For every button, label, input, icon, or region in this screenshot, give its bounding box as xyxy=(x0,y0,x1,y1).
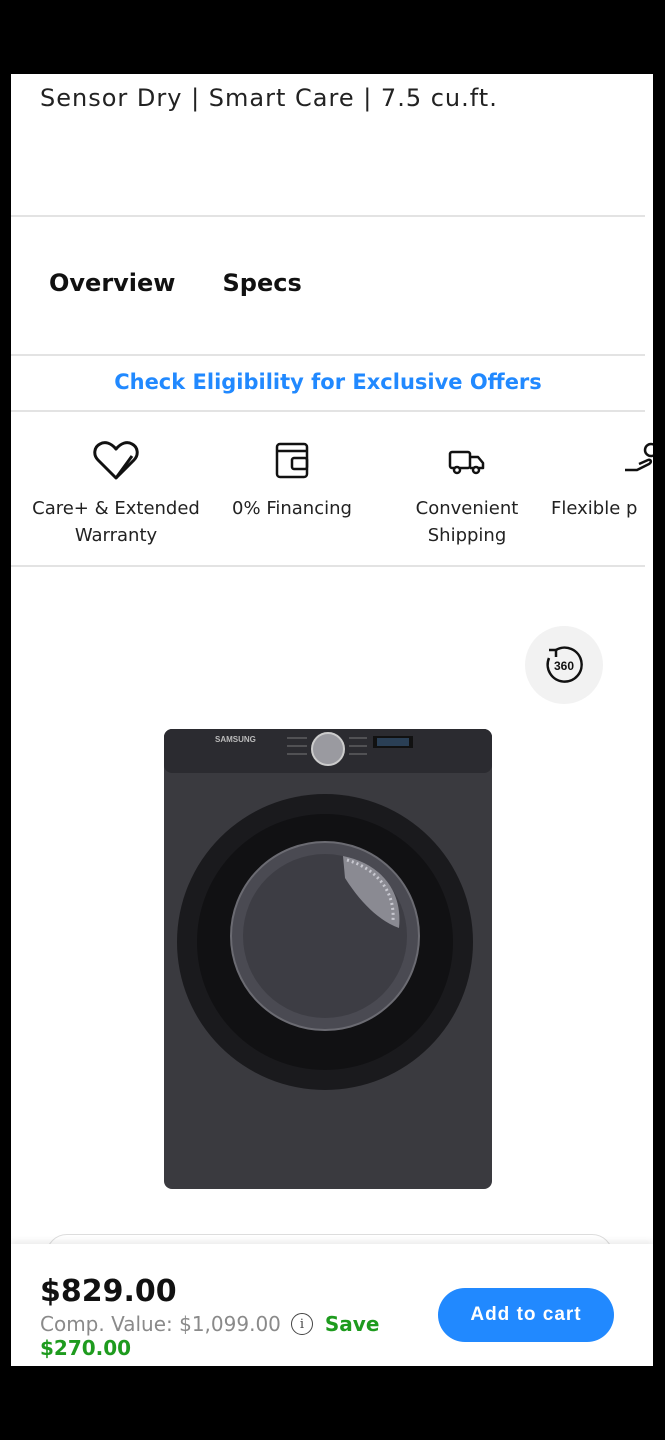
hand-coin-icon xyxy=(625,442,653,472)
product-price: $829.00 xyxy=(40,1274,177,1309)
tab-specs[interactable]: Specs xyxy=(222,269,301,297)
divider xyxy=(11,410,645,412)
feature-shipping[interactable]: Convenient Shipping xyxy=(372,440,562,549)
add-to-cart-button[interactable]: Add to cart xyxy=(438,1288,614,1342)
feature-financing[interactable]: 0% Financing xyxy=(197,440,387,522)
info-icon[interactable]: i xyxy=(290,1313,313,1335)
feature-label: Convenient Shipping xyxy=(415,498,519,546)
feature-flexible-payment[interactable]: Flexible p xyxy=(551,440,653,522)
comp-value: Comp. Value: $1,099.00 xyxy=(40,1312,281,1336)
feature-care-plus[interactable]: Care+ & Extended Warranty xyxy=(21,440,211,549)
divider xyxy=(11,354,645,356)
truck-icon xyxy=(448,450,485,475)
svg-text:SAMSUNG: SAMSUNG xyxy=(215,735,256,744)
feature-strip: Care+ & Extended Warranty 0% Financing Co… xyxy=(11,440,653,570)
divider xyxy=(11,565,645,567)
view-360-button[interactable]: 360 xyxy=(525,626,603,704)
save-amount: $270.00 xyxy=(40,1336,132,1360)
product-gallery: 360 SAMSUNG xyxy=(11,568,645,1248)
svg-text:360: 360 xyxy=(554,659,574,673)
feature-label: Care+ & Extended Warranty xyxy=(32,498,200,546)
tab-bar: Overview Specs xyxy=(49,269,302,297)
save-label: Save xyxy=(324,1312,380,1336)
wallet-icon xyxy=(275,442,309,479)
product-image-dryer[interactable]: SAMSUNG xyxy=(163,728,493,1190)
feature-label: 0% Financing xyxy=(232,498,352,519)
heart-shield-icon xyxy=(93,441,139,480)
rotate-360-icon: 360 xyxy=(546,646,583,683)
comp-value-line: Comp. Value: $1,099.00 i Save xyxy=(40,1312,379,1336)
product-page: Sensor Dry | Smart Care | 7.5 cu.ft. Ove… xyxy=(11,74,653,1366)
product-subtitle: Sensor Dry | Smart Care | 7.5 cu.ft. xyxy=(40,84,498,112)
divider xyxy=(11,215,645,217)
tab-overview[interactable]: Overview xyxy=(49,269,175,297)
sticky-price-bar: $829.00 Comp. Value: $1,099.00 i Save $2… xyxy=(11,1244,653,1366)
feature-label: Flexible p xyxy=(551,498,638,519)
check-eligibility-link[interactable]: Check Eligibility for Exclusive Offers xyxy=(11,370,645,394)
